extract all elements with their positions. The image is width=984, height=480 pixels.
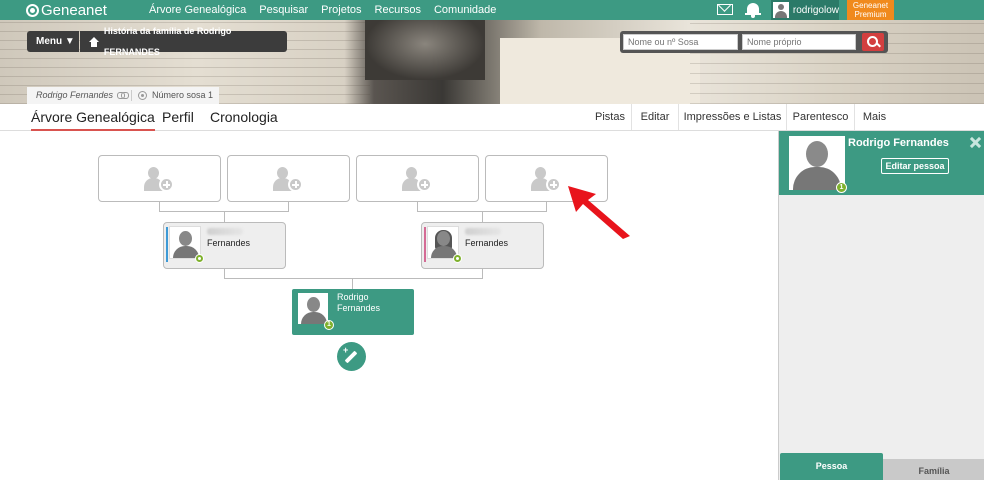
edit-tree-button[interactable]: + [337,342,366,371]
action-impressoes[interactable]: Impressões e Listas [678,104,786,130]
self-avatar [297,292,329,325]
nav-item-arvore[interactable]: Árvore Genealógica [149,0,246,20]
logo-text: Geneanet [41,1,107,19]
tab-perfil[interactable]: Perfil [162,109,194,125]
tree-connector [417,202,418,211]
person-name: Rodrigo Fernandes [848,137,949,149]
action-pistas[interactable]: Pistas [589,104,631,130]
gender-indicator-male [166,227,168,262]
add-person-icon [273,166,305,193]
tab-pessoa[interactable]: Pessoa [780,453,883,480]
tree-connector [159,202,160,211]
breadcrumb: Rodrigo Fernandes Número sosa 1 [27,87,219,104]
father-surname: Fernandes [207,238,251,248]
tree-connector [482,269,483,278]
tree-connector [482,211,483,222]
person-summary-card: 1 Rodrigo Fernandes Editar pessoa [779,131,984,195]
mother-given-name-blurred [465,228,501,235]
sosa-icon [138,91,147,100]
premium-label-line-1: Geneanet [852,1,889,10]
menu-button[interactable]: Menu ▼ [27,31,79,52]
sosa-badge: 1 [836,182,847,193]
nav-item-projetos[interactable]: Projetos [321,0,361,20]
add-grandfather-paternal[interactable] [98,155,221,202]
user-avatar-icon [773,2,789,18]
tree-connector [288,202,289,211]
search-button[interactable] [862,33,884,51]
tabs-row: Árvore Genealógica Perfil Cronologia Pis… [0,104,984,132]
premium-button[interactable]: Geneanet Premium [847,0,894,21]
red-arrow-annotation [568,186,630,239]
status-badge [195,254,204,263]
gender-indicator-female [424,227,426,262]
mail-icon[interactable] [717,4,733,15]
father-given-name-blurred [207,228,243,235]
person-side-panel: 1 Rodrigo Fernandes Editar pessoa Pessoa… [778,131,984,480]
tab-cronologia[interactable]: Cronologia [210,109,278,125]
tree-connector [224,211,225,222]
mother-surname: Fernandes [465,238,509,248]
family-tree-canvas: Fernandes Fernandes 1 Rodrigo Fernandes … [0,131,778,480]
action-parentesco[interactable]: Parentesco [786,104,854,130]
family-history-label: História da família de Rodrigo FERNANDES [103,25,232,57]
link-icon[interactable] [117,91,129,99]
self-person-card[interactable]: 1 Rodrigo Fernandes [292,289,414,335]
sparkle-icon: + [343,345,349,355]
bell-icon[interactable] [744,2,762,19]
username: rodrigolow [792,4,839,16]
tree-connector [224,278,483,279]
search-bar [620,31,888,53]
father-card[interactable]: Fernandes [163,222,286,269]
nav-item-comunidade[interactable]: Comunidade [434,0,496,20]
self-name: Rodrigo Fernandes [337,292,407,314]
close-icon[interactable] [969,136,982,149]
home-icon [89,36,99,47]
user-menu[interactable]: rodrigolow [771,0,839,20]
breadcrumb-divider [131,90,132,101]
tab-arvore-genealogica[interactable]: Árvore Genealógica [31,109,155,132]
family-history-button[interactable]: História da família de Rodrigo FERNANDES [80,26,287,57]
add-person-icon [531,166,563,193]
geneanet-logo-icon [26,3,39,17]
breadcrumb-person[interactable]: Rodrigo Fernandes [36,87,113,104]
self-name-line-2: Fernandes [337,303,381,313]
top-navigation-bar: Geneanet Árvore Genealógica Pesquisar Pr… [0,0,984,21]
sosa-search-input[interactable] [623,34,738,50]
geneanet-logo[interactable]: Geneanet [26,1,107,19]
mother-card[interactable]: Fernandes [421,222,544,269]
action-mais[interactable]: Mais [854,104,894,130]
banner-vintage-photo [365,20,485,80]
tab-familia[interactable]: Família [883,459,984,480]
premium-label-line-2: Premium [854,10,887,19]
first-name-input[interactable] [742,34,856,50]
add-person-icon [144,166,176,193]
edit-person-button[interactable]: Editar pessoa [881,158,949,174]
nav-item-recursos[interactable]: Recursos [375,0,421,20]
action-editar[interactable]: Editar [631,104,678,130]
nav-item-pesquisar[interactable]: Pesquisar [259,0,308,20]
tree-connector [546,202,547,211]
status-badge [453,254,462,263]
breadcrumb-sosa-number[interactable]: Número sosa 1 [152,87,213,104]
tree-connector [224,269,225,278]
add-grandmother-paternal[interactable] [227,155,350,202]
tree-connector [352,278,353,289]
add-grandfather-maternal[interactable] [356,155,479,202]
main-nav: Árvore Genealógica Pesquisar Projetos Re… [149,0,509,20]
self-name-line-1: Rodrigo [337,292,369,302]
person-photo [789,136,845,190]
sosa-badge: 1 [324,320,334,330]
add-person-icon [402,166,434,193]
